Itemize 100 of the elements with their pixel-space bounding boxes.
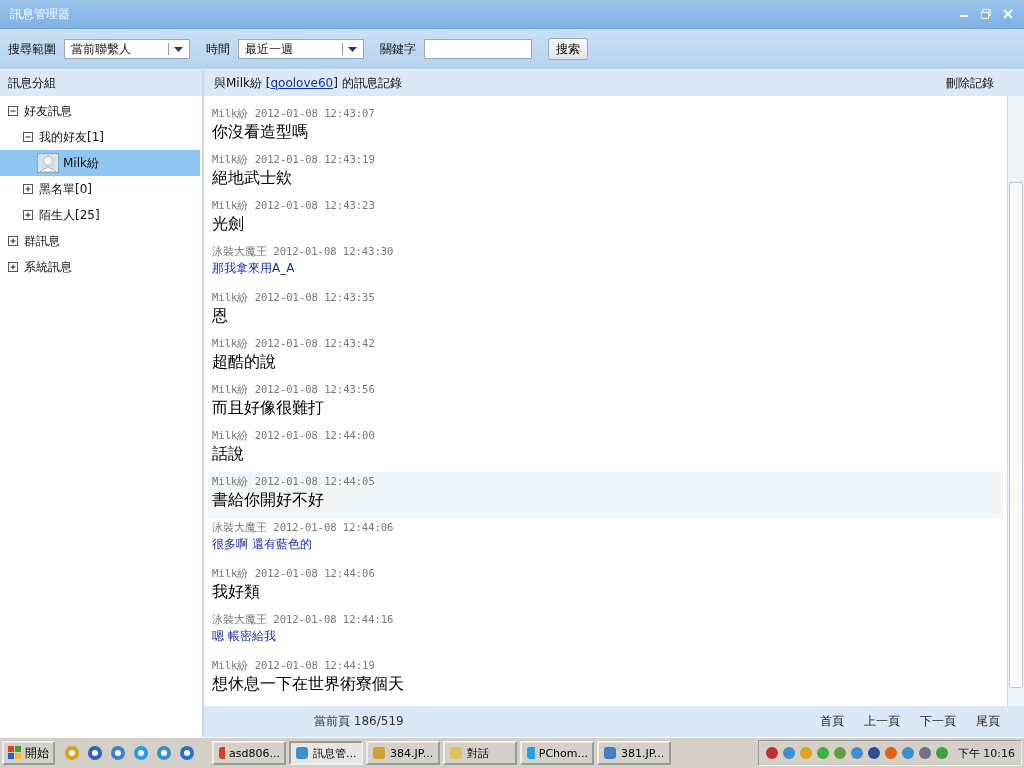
- search-button[interactable]: 搜索: [548, 38, 588, 60]
- time-label: 時間: [206, 40, 230, 58]
- app-icon: [295, 746, 309, 760]
- taskbar-button[interactable]: 對話: [443, 741, 517, 765]
- page-nav-link[interactable]: 上一頁: [864, 713, 900, 730]
- message-text: 你沒看造型嗎: [212, 122, 309, 143]
- message-time: 2012-01-08 12:43:35: [254, 291, 375, 303]
- message-time: 2012-01-08 12:43:23: [254, 199, 375, 211]
- taskbar-button[interactable]: 384.JP...: [366, 741, 440, 765]
- tree-item[interactable]: 黑名單[0]: [0, 176, 200, 202]
- caret-icon: [348, 46, 357, 52]
- quick-launch-icon[interactable]: [87, 745, 103, 761]
- taskbar-button[interactable]: PChom...: [520, 741, 594, 765]
- message-time: 2012-01-08 12:44:16: [273, 613, 394, 625]
- sidebar-title: 訊息分組: [8, 74, 56, 92]
- tree-item[interactable]: 系統訊息: [0, 254, 200, 280]
- tray-icon[interactable]: [849, 746, 864, 760]
- message-text: 那我拿來用A_A: [212, 260, 296, 277]
- expand-icon[interactable]: [8, 235, 19, 247]
- quick-launch-icon[interactable]: [156, 745, 172, 761]
- restore-icon[interactable]: [980, 8, 992, 20]
- message-sender: Milk紛: [212, 659, 249, 671]
- message-sender: Milk紛: [212, 429, 249, 441]
- page-indicator: 當前頁 186/519: [314, 713, 404, 730]
- message-text: 嗯 帳密給我: [212, 628, 277, 645]
- start-button[interactable]: 開始: [2, 741, 55, 765]
- close-icon[interactable]: [1002, 8, 1014, 20]
- message-time: 2012-01-08 12:43:07: [254, 107, 375, 119]
- tray-icon[interactable]: [781, 746, 796, 760]
- tray-icon[interactable]: [917, 746, 932, 760]
- message-time: 2012-01-08 12:43:19: [254, 153, 375, 165]
- tray-icon[interactable]: [934, 746, 949, 760]
- tree-item[interactable]: 群訊息: [0, 228, 200, 254]
- tray-icon[interactable]: [883, 746, 898, 760]
- page-nav-link[interactable]: 首頁: [820, 713, 844, 730]
- message-text: 書給你開好不好: [212, 490, 325, 511]
- message-sender: Milk紛: [212, 291, 249, 303]
- clock: 下午 10:16: [957, 745, 1015, 761]
- history-title: 與Milk紛 [qoolove60] 的訊息記錄: [214, 74, 402, 92]
- message-text: 光劍: [212, 214, 245, 235]
- collapse-icon[interactable]: [23, 131, 34, 143]
- delete-record-link[interactable]: 刪除記錄: [946, 74, 994, 92]
- app-icon: [449, 746, 463, 760]
- expand-icon[interactable]: [23, 183, 34, 195]
- keyword-label: 關鍵字: [380, 40, 416, 58]
- message-time: 2012-01-08 12:44:06: [254, 567, 375, 579]
- message-sender: Milk紛: [212, 383, 249, 395]
- message-text: 很多啊 還有藍色的: [212, 536, 313, 553]
- message-sender: 泳裝大魔王: [212, 521, 267, 533]
- message-text: 絕地武士欸: [212, 168, 293, 189]
- message-text: 我好類: [212, 582, 261, 603]
- taskbar-button[interactable]: 訊息管...: [289, 741, 363, 765]
- message-time: 2012-01-08 12:44:05: [254, 475, 375, 487]
- tree-item[interactable]: 好友訊息: [0, 98, 200, 124]
- message-sender: Milk紛: [212, 337, 249, 349]
- collapse-icon[interactable]: [8, 105, 19, 117]
- quick-launch-icon[interactable]: [179, 745, 195, 761]
- message-time: 2012-01-08 12:43:42: [254, 337, 375, 349]
- message-text: 恩: [212, 306, 229, 327]
- time-dropdown[interactable]: 最近一週: [238, 39, 364, 59]
- message-time: 2012-01-08 12:43:56: [254, 383, 375, 395]
- expand-icon[interactable]: [23, 209, 34, 221]
- app-icon: [526, 746, 535, 760]
- avatar-icon: [37, 153, 59, 173]
- message-text: 超酷的說: [212, 352, 277, 373]
- message-sender: Milk紛: [212, 107, 249, 119]
- scope-label: 搜尋範圍: [8, 40, 56, 58]
- page-nav-link[interactable]: 下一頁: [920, 713, 956, 730]
- app-icon: [603, 746, 617, 760]
- message-sender: Milk紛: [212, 567, 249, 579]
- quick-launch-icon[interactable]: [110, 745, 126, 761]
- keyword-field[interactable]: [424, 39, 532, 59]
- tray-icon[interactable]: [866, 746, 881, 760]
- window-title: 訊息管理器: [10, 5, 70, 23]
- message-sender: 泳裝大魔王: [212, 245, 267, 257]
- message-text: 話說: [212, 444, 245, 465]
- taskbar-button[interactable]: 381.JP...: [597, 741, 671, 765]
- message-sender: Milk紛: [212, 153, 249, 165]
- scope-dropdown[interactable]: 當前聯繫人: [64, 39, 190, 59]
- message-text: 而且好像很難打: [212, 398, 325, 419]
- message-sender: Milk紛: [212, 199, 249, 211]
- message-time: 2012-01-08 12:43:30: [273, 245, 394, 257]
- scrollbar[interactable]: [1007, 96, 1024, 706]
- page-nav-link[interactable]: 尾頁: [976, 713, 1000, 730]
- message-text: 想休息一下在世界術寮個天: [212, 674, 405, 695]
- quick-launch-icon[interactable]: [133, 745, 149, 761]
- expand-icon[interactable]: [8, 261, 19, 273]
- app-icon: [372, 746, 386, 760]
- contact-id-link[interactable]: qoolove60: [270, 75, 334, 90]
- contact-item[interactable]: Milk紛: [0, 150, 200, 176]
- tree-item[interactable]: 陌生人[25]: [0, 202, 200, 228]
- message-time: 2012-01-08 12:44:19: [254, 659, 375, 671]
- taskbar-button[interactable]: asd806...: [212, 741, 286, 765]
- tray-icon[interactable]: [900, 746, 915, 760]
- app-icon: [218, 746, 226, 760]
- message-sender: Milk紛: [212, 475, 249, 487]
- tray-icon[interactable]: [764, 746, 779, 760]
- scrollbar-thumb[interactable]: [1009, 182, 1023, 688]
- tree-item[interactable]: 我的好友[1]: [0, 124, 200, 150]
- message-sender: 泳裝大魔王: [212, 613, 267, 625]
